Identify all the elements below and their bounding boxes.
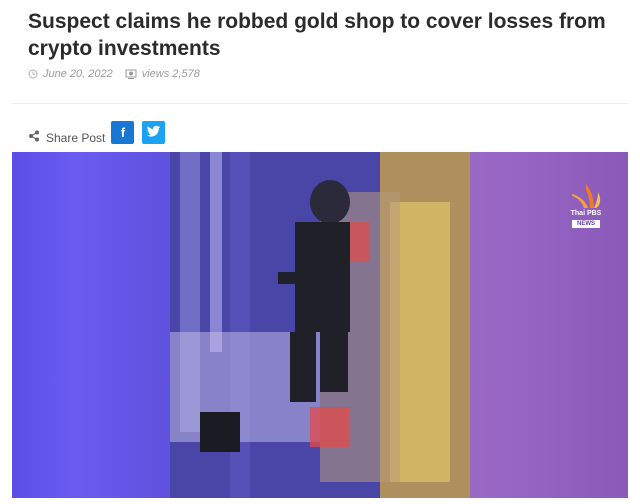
cctv-scene xyxy=(170,152,470,498)
facebook-icon: f xyxy=(120,124,126,140)
article-title: Suspect claims he robbed gold shop to co… xyxy=(28,10,606,60)
publish-date: June 20, 2022 xyxy=(43,68,113,80)
twitter-icon xyxy=(146,125,161,140)
logo-text: Thai PBS xyxy=(570,210,602,217)
logo-news-badge: NEWS xyxy=(572,220,600,228)
clock-icon xyxy=(28,69,38,79)
divider xyxy=(12,103,628,104)
twitter-share-button[interactable] xyxy=(142,120,166,144)
article: Suspect claims he robbed gold shop to co… xyxy=(0,0,640,504)
article-meta: June 20, 2022 views 2,578 xyxy=(28,67,200,81)
view-count: views 2,578 xyxy=(141,68,200,80)
share-icon xyxy=(28,129,40,147)
share-label: Share Post xyxy=(46,131,106,145)
article-image[interactable]: Thai PBS NEWS xyxy=(12,152,628,498)
share-bar: Share Post f xyxy=(28,117,173,147)
views-icon xyxy=(125,69,137,79)
facebook-share-button[interactable]: f xyxy=(111,120,135,144)
